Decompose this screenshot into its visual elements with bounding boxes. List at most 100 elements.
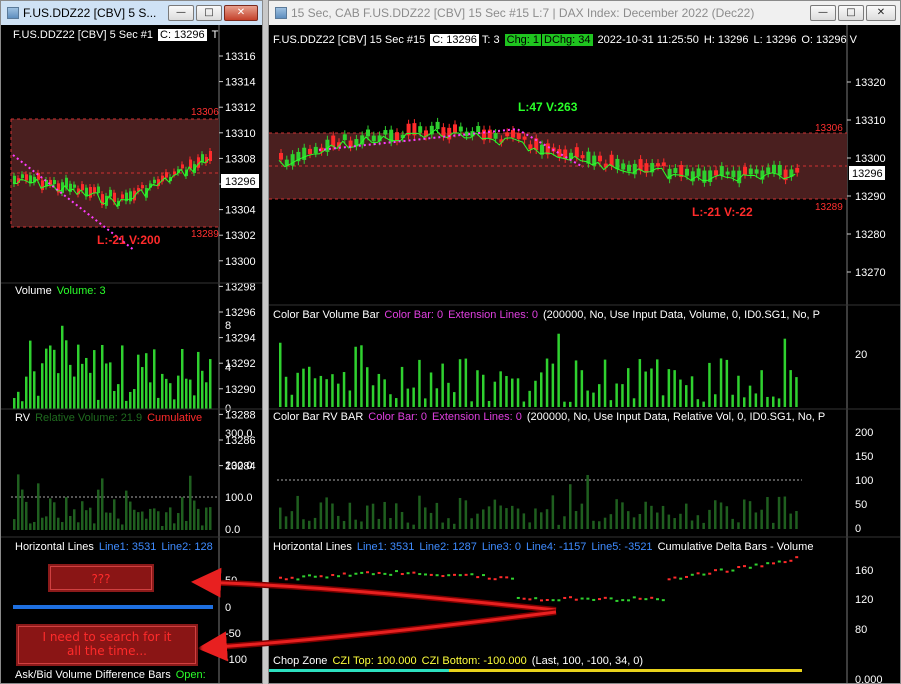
left-rv-bar [193,500,196,530]
right-volume-bar [290,394,294,407]
right-cum-delta-bar [545,599,549,602]
right-candle [313,146,318,154]
right-volume-bar [696,399,700,407]
right-price-tick-label: 13320 [855,77,886,89]
right-volume-bar [313,378,317,407]
left-low-label: L:-21 V:200 [97,233,161,247]
right-volume-bar [621,384,624,407]
right-rv-bar [313,517,317,529]
right-cum-delta-bar [319,575,323,578]
left-price-tick-label: 13304 [225,205,256,217]
left-rv-bar [165,512,168,530]
right-rv-bar [603,517,607,529]
right-rv-bar [638,513,642,529]
right-volume-bar [545,358,549,407]
right-rv-bar [557,524,560,529]
hlines-label: Horizontal Lines [15,541,94,553]
cbrv-label: Color Bar RV BAR [273,411,364,423]
right-cum-delta-bar [435,574,439,577]
left-window-title: F.US.DDZ22 [CBV] 5 S... [23,6,157,20]
right-rv-bar [395,503,398,529]
right-volume-bar [400,366,404,407]
right-candle [418,126,423,133]
right-cum-delta-bar [725,570,729,573]
right-chart-area[interactable]: 13320 13310 13300 13290 13280 13270 13306 13289… [269,25,901,684]
left-hlines-tick-label: -50 [225,628,241,640]
right-volume-bar [702,401,705,407]
right-cum-delta-bar [371,573,375,576]
right-cum-delta-bar [574,598,578,601]
right-window-titlebar[interactable]: 15 Sec, CAB F.US.DDZ22 [CBV] 15 Sec #15 … [269,1,900,25]
right-rv-bar [319,502,323,529]
right-volume-bar [331,374,334,407]
left-line-label-bottom: 13289 [191,229,219,240]
right-volume-bar [516,378,520,407]
right-rv-bar [389,517,392,529]
left-rv-bar [93,523,96,530]
right-volume-bar [319,375,323,407]
right-cum-delta-bar [441,575,445,578]
right-cum-delta-bar [482,574,485,577]
left-candle [93,187,96,194]
right-rv-bar [383,501,386,529]
left-rv-bar [125,490,128,530]
right-volume-bar [487,400,491,407]
right-cum-delta-bar [673,576,677,579]
left-rv-bar [37,483,40,530]
left-volume-bar [57,373,60,409]
right-chart-window[interactable]: 15 Sec, CAB F.US.DDZ22 [CBV] 15 Sec #15 … [268,0,901,684]
minimize-button[interactable]: — [810,5,836,21]
right-candle [493,133,498,139]
left-volume-bar [117,384,120,409]
right-volume-bar [650,368,653,407]
right-rv-bar [302,519,305,529]
right-cum-delta-bar [279,576,282,579]
left-rv-bar [65,497,68,530]
left-volume-bar [161,373,164,409]
left-rv-bar [49,498,52,530]
right-hlines-l2: Line2: 1287 [419,541,477,553]
right-rv-bar [406,522,410,529]
close-button[interactable]: ✕ [224,5,258,21]
close-button[interactable]: ✕ [866,5,896,21]
right-cum-delta-bar [516,596,520,599]
cbvb-ext: Extension Lines: 0 [448,309,538,321]
right-candle [627,164,631,172]
right-volume-bar [360,345,363,407]
left-rv-bar [133,509,136,530]
left-volume-bar [49,345,52,409]
right-cum-tick-label: 120 [855,594,873,606]
right-volume-bar [348,390,352,407]
right-cum-delta-bar [499,576,503,579]
right-candle [441,127,446,137]
right-volume-bar [447,382,450,407]
left-rv-bar [81,501,84,530]
maximize-button[interactable]: □ [838,5,864,21]
right-hlines-l3: Line3: 0 [481,541,522,553]
chart-app-icon [7,7,19,19]
right-rv-bar [464,500,468,529]
left-rv-bar [129,501,132,530]
right-cum-delta-bar [743,565,746,568]
right-rv-bar [493,499,497,529]
right-volume-bar [540,372,543,407]
right-volume-bar [661,395,665,407]
left-rv-bar [201,525,204,530]
right-candle [748,168,753,175]
right-rv-bar [499,505,502,529]
right-rv-bar [476,513,479,529]
askbid-value: Open: [175,669,206,681]
right-cum-delta-bar [447,574,451,577]
left-price-tick-label: 13312 [225,102,256,114]
right-volume-bar [429,372,433,407]
minimize-button[interactable]: — [168,5,194,21]
right-open: O: 13296 V [801,34,857,46]
right-volume-bar [563,401,566,407]
right-volume-bar [528,390,531,407]
right-rv-bar [447,518,450,529]
right-cum-delta-bar [418,573,422,576]
left-volume-bar [89,372,92,409]
maximize-button[interactable]: □ [196,5,222,21]
left-volume-bar [137,354,140,409]
left-window-titlebar[interactable]: F.US.DDZ22 [CBV] 5 S... — □ ✕ [1,1,262,25]
